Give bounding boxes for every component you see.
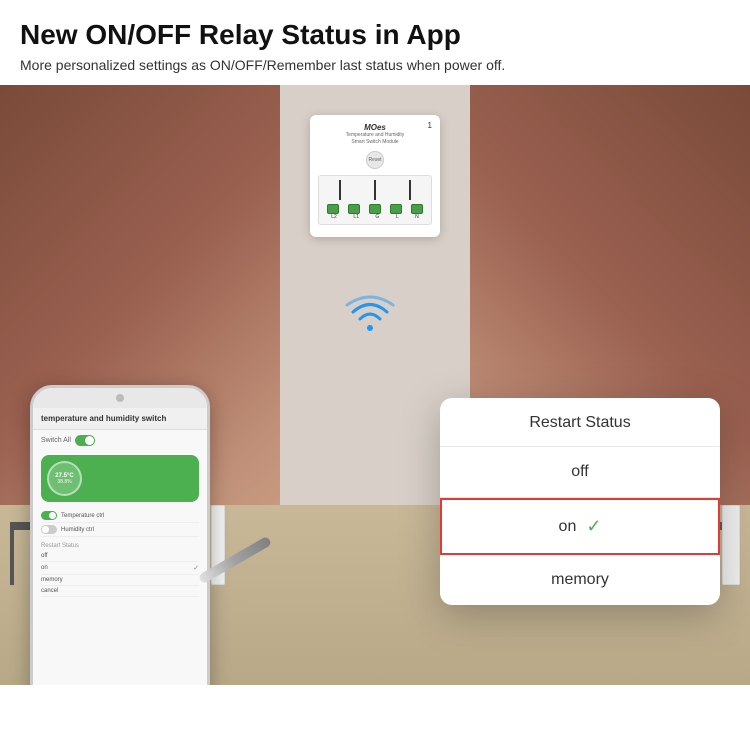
restart-section-label: Restart Status: [41, 543, 199, 549]
terminal-1: [327, 204, 339, 214]
mini-toggle-switch[interactable]: [75, 435, 95, 446]
device-number: 1: [428, 121, 432, 130]
phone-mockup: temperature and humidity switch Switch A…: [30, 385, 230, 685]
check-mark-icon: ✓: [586, 516, 601, 537]
phone-frame: temperature and humidity switch Switch A…: [30, 385, 210, 685]
small-toggle-temp[interactable]: [41, 511, 57, 520]
humidity-control-row: Humidity ctrl: [41, 523, 199, 537]
phone-restart-on[interactable]: on ✓: [41, 562, 199, 575]
phone-app-title: temperature and humidity switch: [33, 408, 207, 430]
sensor-circle: 27.5°C 38.8%: [47, 461, 82, 496]
phone-restart-off[interactable]: off: [41, 551, 199, 562]
page-subtitle: More personalized settings as ON/OFF/Rem…: [20, 56, 730, 76]
phone-restart-section: Restart Status off on ✓ memory cancel: [33, 540, 207, 600]
terminal-labels: L2 L1 G L N: [323, 214, 427, 220]
phone-small-rows: Temperature ctrl Humidity ctrl: [33, 506, 207, 540]
phone-restart-cancel[interactable]: cancel: [41, 586, 199, 597]
circuit-lines: [323, 180, 427, 200]
phone-camera: [116, 394, 124, 402]
page-title: New ON/OFF Relay Status in App: [20, 18, 730, 52]
smart-switch-device: MOes Temperature and Humidity Smart Swit…: [310, 115, 440, 237]
circuit-line: [409, 180, 411, 200]
humidity-value: 38.8%: [57, 479, 71, 485]
temp-control-row: Temperature ctrl: [41, 509, 199, 523]
check-mark-small: ✓: [193, 564, 199, 572]
left-table-leg-1: [10, 525, 14, 585]
popup-option-memory[interactable]: memory: [440, 555, 720, 605]
restart-status-popup: Restart Status off on ✓ memory: [440, 398, 720, 605]
mini-toggle-knob: [85, 436, 94, 445]
phone-switch-all-row: Switch All: [33, 430, 207, 451]
terminals: [323, 204, 427, 214]
radiator-section: [722, 505, 740, 585]
terminal-2: [348, 204, 360, 214]
small-toggle-humidity[interactable]: [41, 525, 57, 534]
device-brand: MOes: [318, 123, 432, 132]
small-toggle-knob: [49, 512, 56, 519]
header: New ON/OFF Relay Status in App More pers…: [0, 0, 750, 85]
popup-title: Restart Status: [440, 398, 720, 447]
small-toggle-knob-off: [42, 526, 49, 533]
popup-option-on[interactable]: on ✓: [440, 498, 720, 555]
terminal-5: [411, 204, 423, 214]
phone-restart-memory[interactable]: memory: [41, 575, 199, 586]
circuit-line: [374, 180, 376, 200]
scene-area: MOes Temperature and Humidity Smart Swit…: [0, 85, 750, 685]
device-reset-area: Reset: [318, 151, 432, 169]
circuit-line: [339, 180, 341, 200]
terminal-4: [390, 204, 402, 214]
popup-option-off[interactable]: off: [440, 447, 720, 498]
device-circuit: L2 L1 G L N: [318, 175, 432, 225]
device-model-text: Temperature and Humidity Smart Switch Mo…: [318, 132, 432, 145]
terminal-3: [369, 204, 381, 214]
device-reset-button[interactable]: Reset: [366, 151, 384, 169]
phone-top-bar: [33, 388, 207, 408]
sensor-card: 27.5°C 38.8%: [41, 455, 199, 502]
wifi-signal-icon: [345, 295, 395, 340]
phone-screen: temperature and humidity switch Switch A…: [33, 408, 207, 685]
switch-all-label: Switch All: [41, 437, 71, 444]
